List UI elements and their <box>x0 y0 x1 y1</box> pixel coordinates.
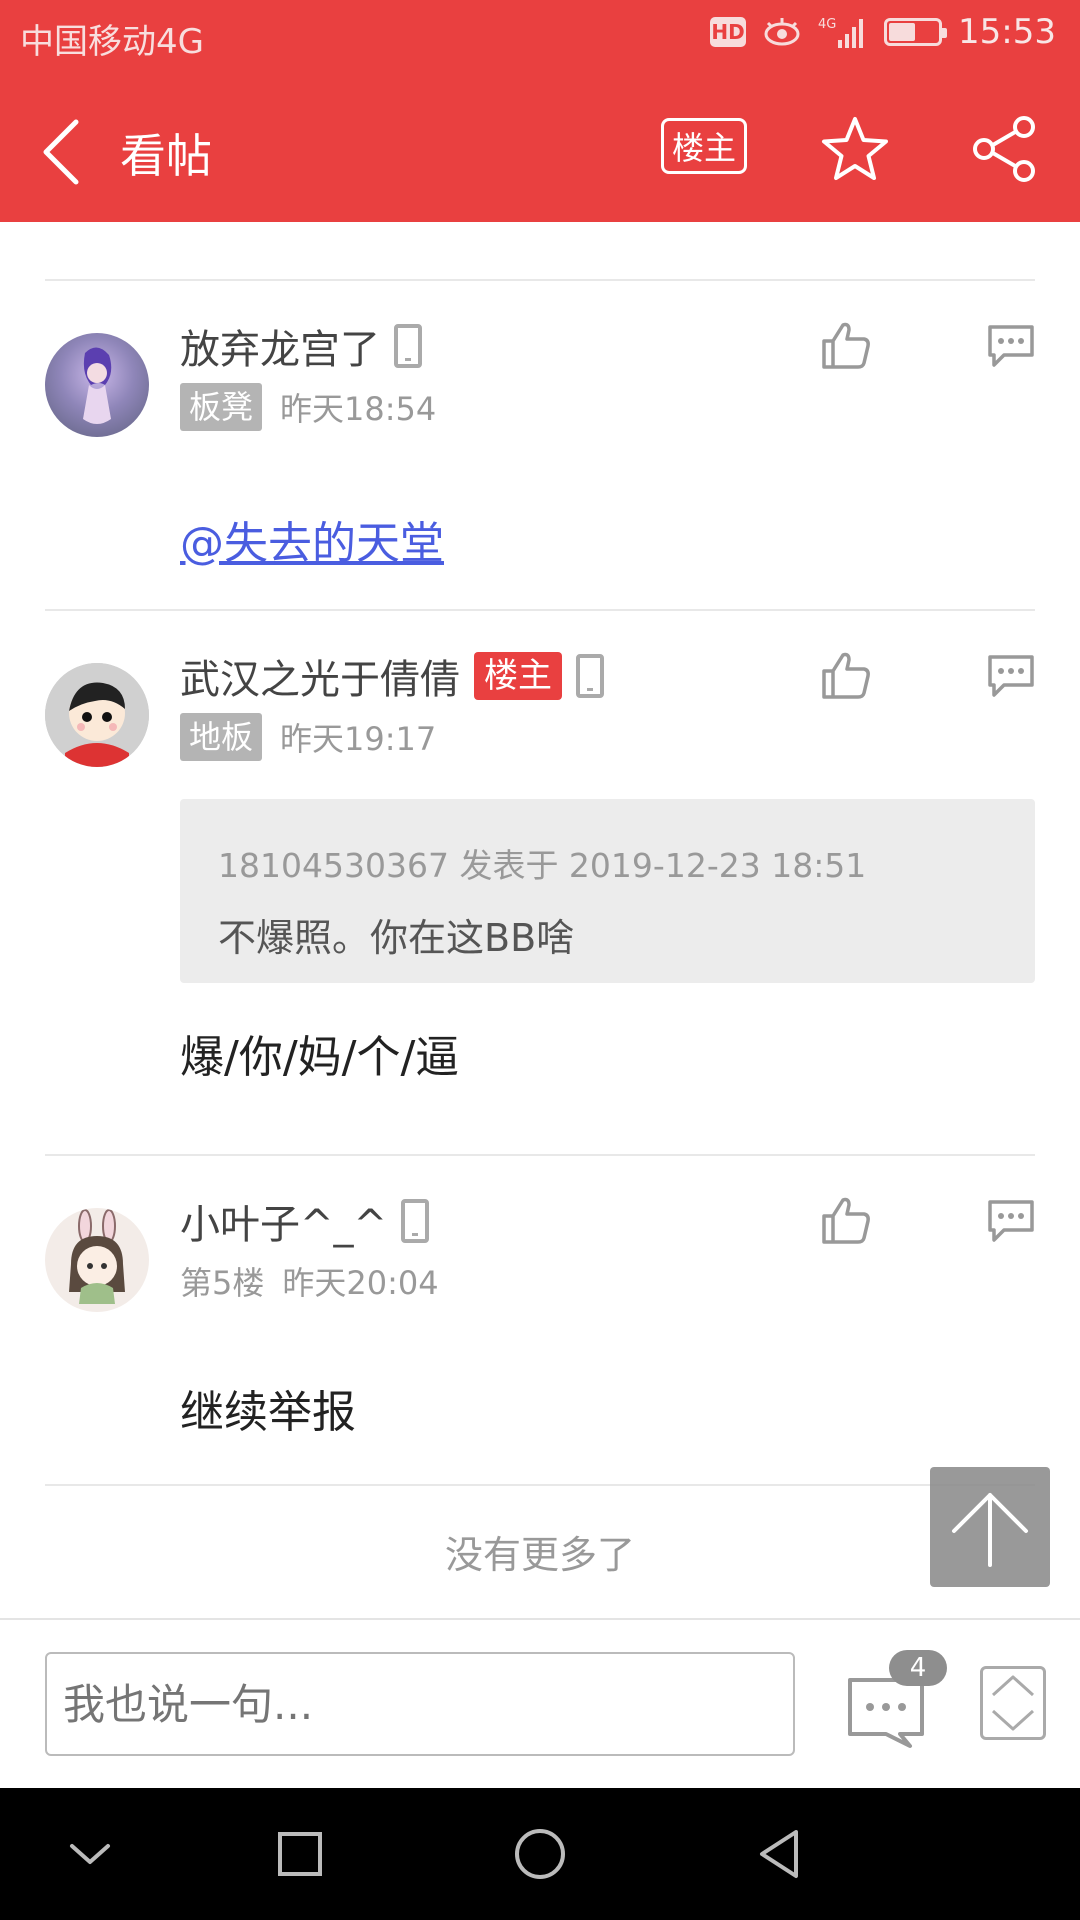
divider <box>45 1484 1035 1486</box>
reply-icon[interactable] <box>986 1196 1036 1246</box>
username[interactable]: 放弃龙宫了 <box>180 317 380 375</box>
clock: 15:53 <box>958 12 1056 52</box>
page-title: 看帖 <box>120 129 212 183</box>
divider <box>45 1154 1035 1156</box>
post-meta: 板凳 昨天18:54 <box>180 383 436 431</box>
quote-text: 不爆照。你在这BB啥 <box>218 916 575 960</box>
like-icon[interactable] <box>820 649 872 701</box>
floor-tag: 地板 <box>180 713 263 761</box>
back-to-top-button[interactable] <box>930 1467 1050 1587</box>
mention-link[interactable]: @失去的天堂 <box>180 518 444 569</box>
signal-icon: 4G <box>818 17 864 48</box>
arrow-up-icon <box>952 1493 1028 1567</box>
avatar[interactable] <box>45 663 149 767</box>
post-time: 昨天19:17 <box>280 720 437 758</box>
comment-count-badge: 4 <box>889 1650 947 1686</box>
reply-input[interactable] <box>45 1652 795 1756</box>
carrier-label: 中国移动4G <box>20 22 204 62</box>
floor-tag: 板凳 <box>180 383 263 431</box>
back-nav-icon[interactable] <box>750 1824 810 1884</box>
like-icon[interactable] <box>820 319 872 371</box>
divider <box>45 279 1035 281</box>
star-icon[interactable] <box>820 114 890 184</box>
status-icons: HD 4G 15:53 <box>710 12 1056 52</box>
post-author[interactable]: 小叶子^_^ <box>180 1192 430 1250</box>
post-time: 昨天20:04 <box>282 1264 439 1302</box>
hd-icon: HD <box>710 17 747 47</box>
post-meta: 地板 昨天19:17 <box>180 713 436 761</box>
post-time: 昨天18:54 <box>280 390 437 428</box>
chevron-down-icon[interactable] <box>60 1824 120 1884</box>
post-author[interactable]: 放弃龙宫了 <box>180 317 422 375</box>
owner-tag: 楼主 <box>474 652 562 700</box>
floor-label: 第5楼 <box>180 1264 265 1302</box>
battery-fill <box>889 23 916 41</box>
phone-icon <box>401 1199 430 1243</box>
home-icon[interactable] <box>510 1824 570 1884</box>
avatar[interactable] <box>45 1208 149 1312</box>
chevron-up-down-icon <box>991 1675 1035 1731</box>
back-icon[interactable] <box>36 116 88 188</box>
username[interactable]: 小叶子^_^ <box>180 1192 387 1250</box>
page-nav-button[interactable] <box>980 1666 1046 1740</box>
share-icon[interactable] <box>970 114 1040 184</box>
eye-icon <box>764 18 800 46</box>
recent-apps-icon[interactable] <box>270 1824 330 1884</box>
username[interactable]: 武汉之光于倩倩 <box>180 647 460 705</box>
avatar-illustration <box>83 347 112 424</box>
post-body: 爆/你/妈/个/逼 <box>180 1032 460 1083</box>
status-bar: 中国移动4G HD 4G 15:53 <box>0 0 1080 76</box>
network-label: 4G <box>818 17 836 32</box>
post-author[interactable]: 武汉之光于倩倩 楼主 <box>180 647 604 705</box>
no-more-label: 没有更多了 <box>444 1533 635 1577</box>
avatar[interactable] <box>45 333 149 437</box>
phone-icon <box>394 324 422 368</box>
battery-icon <box>884 18 948 46</box>
post-body: 继续举报 <box>180 1387 356 1438</box>
quote-meta: 18104530367 发表于 2019-12-23 18:51 <box>218 846 867 885</box>
app-header: 看帖 楼主 <box>0 76 1080 222</box>
reply-icon[interactable] <box>986 651 1036 701</box>
post-body: @失去的天堂 <box>180 507 444 571</box>
reply-bar: 4 <box>0 1618 1080 1788</box>
phone-icon <box>576 654 604 698</box>
reply-icon[interactable] <box>986 321 1036 371</box>
quote-block[interactable]: 18104530367 发表于 2019-12-23 18:51 不爆照。你在这… <box>180 799 1035 983</box>
owner-only-button[interactable]: 楼主 <box>661 118 747 174</box>
divider <box>45 609 1035 611</box>
avatar-illustration <box>69 1209 125 1304</box>
like-icon[interactable] <box>820 1194 872 1246</box>
system-nav-bar <box>0 1788 1080 1920</box>
post-meta: 第5楼 昨天20:04 <box>180 1258 439 1304</box>
avatar-illustration <box>45 663 149 767</box>
post-list[interactable]: 放弃龙宫了 板凳 昨天18:54 @失去的天堂 武汉之光于倩倩 楼主 地板 昨天… <box>0 222 1080 1618</box>
